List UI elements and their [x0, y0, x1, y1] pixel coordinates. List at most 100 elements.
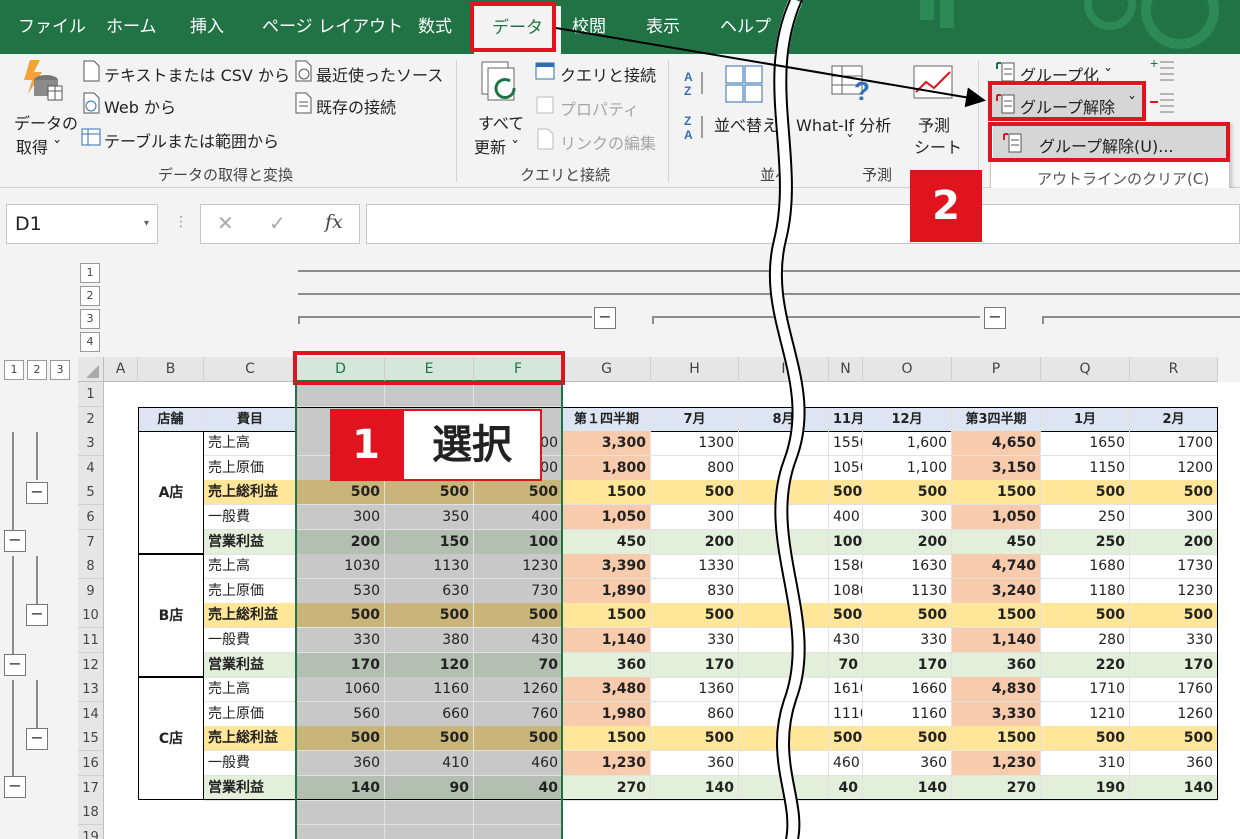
cell-value[interactable]: 800: [651, 455, 739, 481]
insert-function-icon[interactable]: fx: [325, 211, 343, 233]
collapse-cols-button[interactable]: −: [594, 307, 616, 329]
cell-value[interactable]: 1680: [1041, 554, 1130, 580]
cell-value[interactable]: 200: [651, 529, 739, 555]
tab-formulas[interactable]: 数式: [418, 0, 452, 54]
selected-cell[interactable]: [474, 382, 563, 407]
quarter-total[interactable]: 1,800: [563, 455, 651, 481]
column-header-I[interactable]: I: [739, 357, 829, 382]
col-outline-level-2[interactable]: 2: [80, 286, 100, 306]
cell-value[interactable]: 460: [474, 751, 563, 776]
cell-value[interactable]: 1180: [1041, 578, 1130, 604]
cell-value[interactable]: 1550: [829, 431, 863, 457]
cell-value[interactable]: 170: [297, 652, 385, 678]
cell-value[interactable]: 460: [829, 751, 863, 776]
cell-value[interactable]: [739, 431, 829, 457]
header-store[interactable]: 店舗: [138, 406, 204, 432]
cell-value[interactable]: 1130: [863, 578, 952, 604]
quarter-total[interactable]: 1,980: [563, 701, 651, 727]
cell-value[interactable]: [739, 603, 829, 629]
selected-cell[interactable]: [474, 824, 563, 839]
item-label[interactable]: 売上高: [204, 431, 297, 457]
selected-cell[interactable]: [297, 382, 385, 407]
row-header-15[interactable]: 15: [78, 726, 104, 752]
cell-value[interactable]: 760: [474, 701, 563, 727]
cell-value[interactable]: 500: [651, 603, 739, 629]
column-header-H[interactable]: H: [651, 357, 739, 382]
column-header-C[interactable]: C: [204, 357, 297, 382]
cell-value[interactable]: 70: [474, 652, 563, 678]
quarter-total[interactable]: 1,230: [563, 751, 651, 776]
row-header-7[interactable]: 7: [78, 529, 104, 555]
cell-value[interactable]: 1260: [474, 677, 563, 703]
cell-value[interactable]: 140: [1130, 775, 1218, 801]
cell-value[interactable]: 190: [1041, 775, 1130, 801]
cell-value[interactable]: 400: [829, 505, 863, 530]
row-header-3[interactable]: 3: [78, 431, 104, 457]
collapse-rows-button[interactable]: −: [4, 776, 26, 798]
cell-value[interactable]: 300: [297, 505, 385, 530]
cell-value[interactable]: 360: [863, 751, 952, 776]
quarter-total[interactable]: 1,140: [952, 628, 1041, 653]
forecast-sheet-button[interactable]: 予測: [918, 112, 950, 136]
tab-page-layout[interactable]: ページ レイアウト: [262, 0, 403, 54]
from-web-button[interactable]: Web から: [104, 94, 176, 118]
cell-value[interactable]: 1230: [474, 554, 563, 580]
store-cell[interactable]: B店: [138, 554, 204, 678]
cell-value[interactable]: [739, 505, 829, 530]
collapse-rows-button[interactable]: −: [26, 728, 48, 750]
row-outline-level-2[interactable]: 2: [27, 360, 47, 380]
cell-value[interactable]: 1630: [863, 554, 952, 580]
quarter-total[interactable]: 450: [952, 529, 1041, 555]
cell-value[interactable]: 250: [1041, 529, 1130, 555]
recent-sources-button[interactable]: 最近使ったソース: [316, 62, 443, 86]
cell-value[interactable]: 430: [474, 628, 563, 653]
quarter-total[interactable]: 1,230: [952, 751, 1041, 776]
cell-value[interactable]: 400: [474, 505, 563, 530]
item-label[interactable]: 売上原価: [204, 455, 297, 481]
header-nov[interactable]: 11月: [829, 406, 863, 432]
cell-value[interactable]: 560: [297, 701, 385, 727]
name-box-dropdown-icon[interactable]: ▾: [144, 205, 149, 243]
item-label[interactable]: 売上高: [204, 554, 297, 580]
cell-value[interactable]: 500: [829, 726, 863, 752]
column-header-P[interactable]: P: [952, 357, 1041, 382]
row-header-8[interactable]: 8: [78, 554, 104, 580]
cell-value[interactable]: 500: [863, 603, 952, 629]
quarter-total[interactable]: 270: [563, 775, 651, 801]
cell-value[interactable]: 500: [863, 726, 952, 752]
quarter-total[interactable]: 4,740: [952, 554, 1041, 580]
quarter-total[interactable]: 3,150: [952, 455, 1041, 481]
cell-value[interactable]: 730: [474, 578, 563, 604]
cell-value[interactable]: 360: [651, 751, 739, 776]
what-if-button[interactable]: What-If 分析: [796, 112, 891, 136]
select-all-button[interactable]: [78, 357, 104, 382]
cell-value[interactable]: 1230: [1130, 578, 1218, 604]
cell-value[interactable]: 1710: [1041, 677, 1130, 703]
cell-value[interactable]: 500: [474, 726, 563, 752]
cell-value[interactable]: 360: [1130, 751, 1218, 776]
cell-value[interactable]: 90: [385, 775, 474, 801]
cell-value[interactable]: [739, 628, 829, 653]
cell-value[interactable]: 1160: [385, 677, 474, 703]
cell-value[interactable]: 500: [297, 603, 385, 629]
quarter-total[interactable]: 1500: [563, 603, 651, 629]
cell-value[interactable]: 500: [385, 480, 474, 506]
cell-value[interactable]: 1300: [651, 431, 739, 457]
cell-value[interactable]: 120: [385, 652, 474, 678]
cell-value[interactable]: 1080: [829, 578, 863, 604]
header-q1[interactable]: 第１四半期: [563, 406, 651, 432]
cell-value[interactable]: 350: [385, 505, 474, 530]
refresh-all-dropdown[interactable]: 更新 ˇ: [474, 134, 519, 158]
cell-value[interactable]: 500: [474, 480, 563, 506]
cell-value[interactable]: 630: [385, 578, 474, 604]
col-outline-level-1[interactable]: 1: [80, 263, 100, 283]
row-header-9[interactable]: 9: [78, 578, 104, 604]
cell-value[interactable]: 500: [385, 603, 474, 629]
cell-value[interactable]: 500: [1041, 480, 1130, 506]
store-cell[interactable]: A店: [138, 431, 204, 555]
cell-value[interactable]: 1,100: [863, 455, 952, 481]
quarter-total[interactable]: 360: [952, 652, 1041, 678]
cell-value[interactable]: 1130: [385, 554, 474, 580]
row-header-5[interactable]: 5: [78, 480, 104, 506]
what-if-dropdown[interactable]: ˇ: [846, 132, 854, 151]
